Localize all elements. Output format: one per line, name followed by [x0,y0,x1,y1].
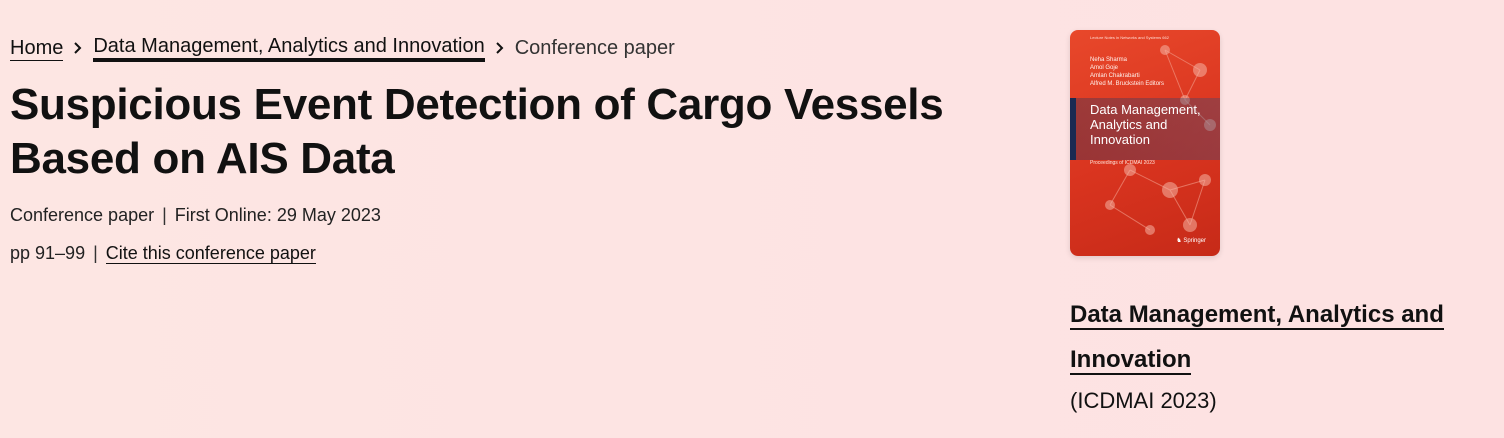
divider: | [162,205,167,225]
article-pages-row: pp 91–99 | Cite this conference paper [10,240,1010,266]
breadcrumb-home-link[interactable]: Home [10,36,64,61]
cover-series: Lecture Notes in Networks and Systems 66… [1090,35,1169,40]
cover-editor: Neha Sharma [1090,57,1128,63]
book-title: Data Management, Analytics and Innovatio… [1070,292,1490,382]
cover-title: Data Management, Analytics and Innovatio… [1090,102,1201,147]
cover-publisher: Springer [1183,238,1206,244]
first-online-date: First Online: 29 May 2023 [174,205,381,225]
article-header: Home Data Management, Analytics and Inno… [10,30,1010,266]
cover-editors: Neha Sharma Amol Goje Amlan Chakrabarti … [1090,56,1164,88]
article-type: Conference paper [10,205,155,225]
cover-editor: Amol Goje [1090,65,1119,71]
cover-band-edge [1070,98,1076,160]
article-meta: Conference paper | First Online: 29 May … [10,202,1010,228]
chevron-right-icon [485,41,515,55]
conference-name: (ICDMAI 2023) [1070,388,1217,413]
breadcrumb-book-link[interactable]: Data Management, Analytics and Innovatio… [93,34,485,62]
book-title-link[interactable]: Data Management, Analytics and Innovatio… [1070,301,1444,375]
springer-horse-icon: ♞ [1176,238,1182,244]
cover-publisher-logo: ♞ Springer [1176,237,1206,244]
breadcrumb-current: Conference paper [514,37,675,59]
page-title: Suspicious Event Detection of Cargo Vess… [10,80,944,183]
cover-editor: Alfred M. Bruckstein Editors [1090,81,1165,87]
chevron-right-icon [63,41,93,55]
cite-link[interactable]: Cite this conference paper [105,243,316,264]
divider: | [93,243,98,263]
cover-editor: Amlan Chakrabarti [1090,73,1140,79]
book-cover-image[interactable]: Lecture Notes in Networks and Systems 66… [1070,30,1220,256]
breadcrumb: Home Data Management, Analytics and Inno… [10,30,1010,66]
page-range: pp 91–99 [10,243,86,263]
book-sidebar: Lecture Notes in Networks and Systems 66… [1070,30,1490,414]
cover-subtitle: Proceedings of ICDMAI 2023 [1090,160,1155,166]
